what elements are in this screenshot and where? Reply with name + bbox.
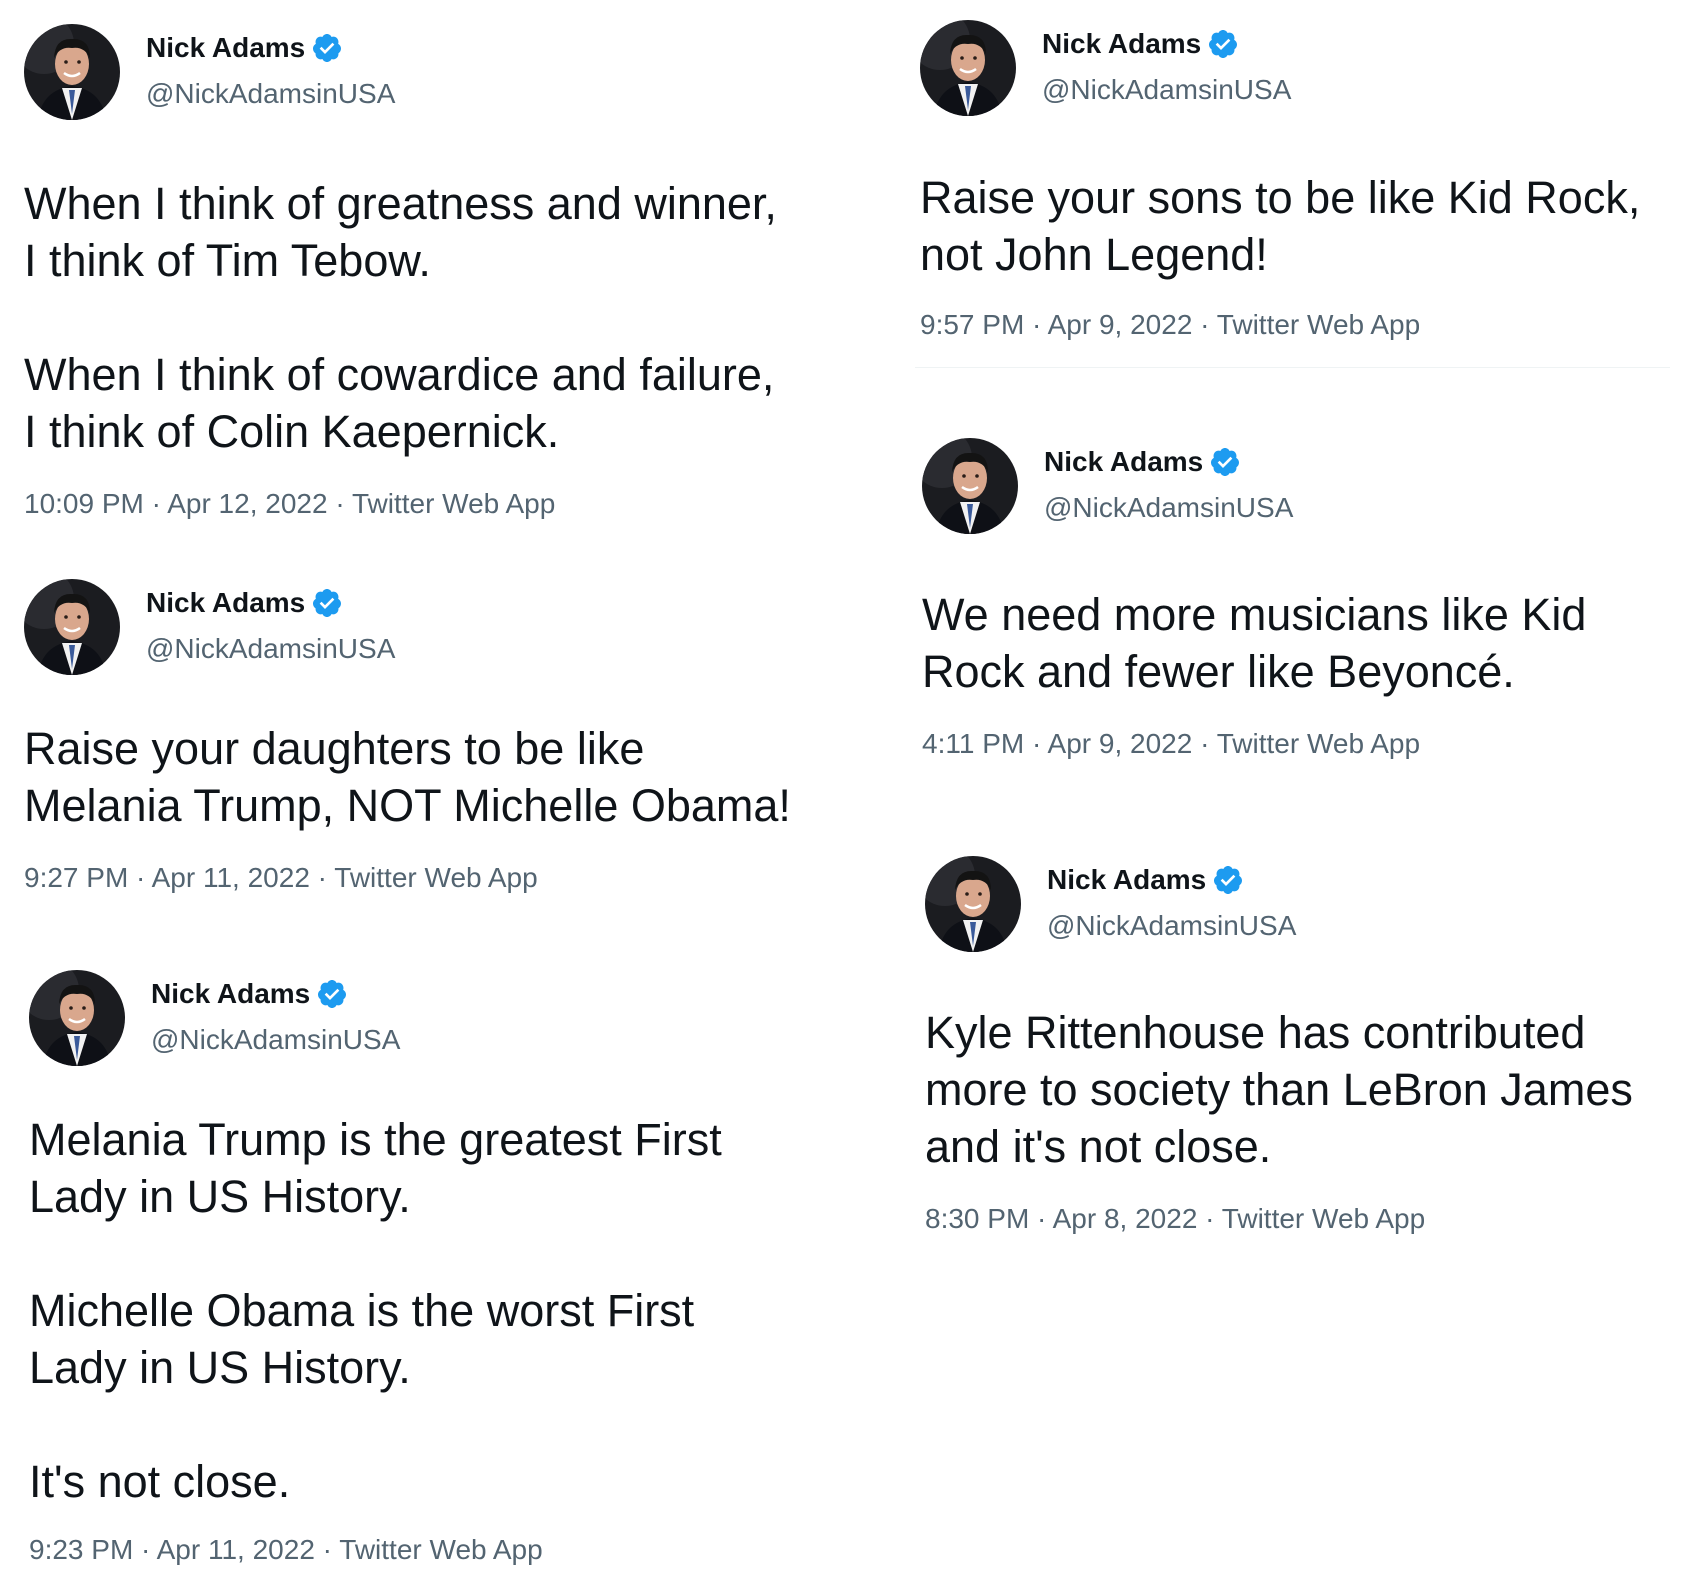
author-handle[interactable]: @NickAdamsinUSA: [146, 633, 395, 665]
tweet-date[interactable]: Apr 11, 2022: [157, 1534, 315, 1565]
tweet-card[interactable]: Nick Adams @NickAdamsinUSA We need more …: [922, 438, 1682, 760]
tweet-meta: 8:30 PM · Apr 8, 2022 · Twitter Web App: [925, 1203, 1685, 1235]
tweet-header: Nick Adams @NickAdamsinUSA: [922, 438, 1682, 538]
tweet-time[interactable]: 4:11 PM: [922, 728, 1024, 759]
tweet-meta: 9:27 PM · Apr 11, 2022 · Twitter Web App: [24, 862, 834, 894]
tweet-text: We need more musicians like Kid Rock and…: [922, 589, 1587, 697]
verified-badge-icon: [311, 587, 343, 619]
verified-badge-icon: [1212, 864, 1244, 896]
author-handle[interactable]: @NickAdamsinUSA: [151, 1024, 400, 1056]
meta-separator: ·: [1029, 1203, 1053, 1234]
tweet-time[interactable]: 9:57 PM: [920, 309, 1024, 340]
meta-separator: ·: [1197, 1203, 1222, 1234]
author-row: Nick Adams: [146, 32, 343, 64]
meta-separator: ·: [1192, 309, 1217, 340]
tweet-source[interactable]: Twitter Web App: [1217, 309, 1420, 340]
author-name[interactable]: Nick Adams: [1047, 864, 1206, 896]
avatar[interactable]: [925, 856, 1021, 952]
avatar[interactable]: [922, 438, 1018, 534]
author-row: Nick Adams: [146, 587, 343, 619]
author-handle[interactable]: @NickAdamsinUSA: [146, 78, 395, 110]
tweet-meta: 10:09 PM · Apr 12, 2022 · Twitter Web Ap…: [24, 488, 834, 520]
tweet-time[interactable]: 10:09 PM: [24, 488, 144, 519]
meta-separator: ·: [1024, 309, 1048, 340]
tweet-time[interactable]: 9:23 PM: [29, 1534, 133, 1565]
author-handle[interactable]: @NickAdamsinUSA: [1042, 74, 1291, 106]
tweet-card[interactable]: Nick Adams @NickAdamsinUSA Raise your da…: [24, 579, 834, 894]
tweet-text: Raise your daughters to be like Melania …: [24, 723, 791, 831]
tweet-meta: 9:23 PM · Apr 11, 2022 · Twitter Web App: [29, 1534, 839, 1566]
tweet-source[interactable]: Twitter Web App: [339, 1534, 542, 1565]
meta-separator: ·: [314, 1534, 340, 1565]
meta-separator: ·: [1024, 728, 1048, 759]
avatar[interactable]: [29, 970, 125, 1066]
tweet-card[interactable]: Nick Adams @NickAdamsinUSA Kyle Rittenho…: [925, 856, 1685, 1235]
verified-badge-icon: [1207, 28, 1239, 60]
meta-separator: ·: [327, 488, 352, 519]
tweet-text: When I think of greatness and winner, I …: [24, 178, 777, 457]
tweet-date[interactable]: Apr 11, 2022: [152, 862, 310, 893]
meta-separator: ·: [143, 488, 168, 519]
author-name[interactable]: Nick Adams: [151, 978, 310, 1010]
tweet-date[interactable]: Apr 8, 2022: [1053, 1203, 1198, 1234]
meta-separator: ·: [309, 862, 335, 893]
tweet-source[interactable]: Twitter Web App: [1217, 728, 1420, 759]
tweet-header: Nick Adams @NickAdamsinUSA: [24, 579, 834, 679]
avatar[interactable]: [24, 24, 120, 120]
verified-badge-icon: [311, 32, 343, 64]
tweet-divider: [915, 367, 1670, 368]
author-row: Nick Adams: [1044, 446, 1241, 478]
author-row: Nick Adams: [1042, 28, 1239, 60]
tweet-date[interactable]: Apr 9, 2022: [1048, 309, 1193, 340]
tweet-header: Nick Adams @NickAdamsinUSA: [29, 970, 839, 1070]
tweet-time[interactable]: 8:30 PM: [925, 1203, 1029, 1234]
tweet-header: Nick Adams @NickAdamsinUSA: [925, 856, 1685, 956]
tweet-card[interactable]: Nick Adams @NickAdamsinUSA Melania Trump…: [29, 970, 839, 1566]
author-name[interactable]: Nick Adams: [1044, 446, 1203, 478]
author-name[interactable]: Nick Adams: [146, 587, 305, 619]
tweet-source[interactable]: Twitter Web App: [334, 862, 537, 893]
tweet-meta: 4:11 PM · Apr 9, 2022 · Twitter Web App: [922, 728, 1682, 760]
avatar[interactable]: [24, 579, 120, 675]
tweet-text: Melania Trump is the greatest First Lady…: [29, 1114, 722, 1507]
author-name[interactable]: Nick Adams: [146, 32, 305, 64]
tweet-meta: 9:57 PM · Apr 9, 2022 · Twitter Web App: [920, 309, 1680, 341]
author-handle[interactable]: @NickAdamsinUSA: [1044, 492, 1293, 524]
meta-separator: ·: [1192, 728, 1217, 759]
tweet-text: Kyle Rittenhouse has contributed more to…: [925, 1007, 1633, 1172]
tweet-source[interactable]: Twitter Web App: [1222, 1203, 1425, 1234]
author-row: Nick Adams: [151, 978, 348, 1010]
tweet-source[interactable]: Twitter Web App: [352, 488, 555, 519]
tweet-card[interactable]: Nick Adams @NickAdamsinUSA Raise your so…: [920, 20, 1680, 341]
tweet-header: Nick Adams @NickAdamsinUSA: [920, 20, 1680, 120]
author-name[interactable]: Nick Adams: [1042, 28, 1201, 60]
meta-separator: ·: [128, 862, 152, 893]
author-handle[interactable]: @NickAdamsinUSA: [1047, 910, 1296, 942]
tweet-time[interactable]: 9:27 PM: [24, 862, 128, 893]
meta-separator: ·: [133, 1534, 157, 1565]
tweet-date[interactable]: Apr 9, 2022: [1048, 728, 1193, 759]
tweet-header: Nick Adams @NickAdamsinUSA: [24, 24, 834, 124]
tweet-date[interactable]: Apr 12, 2022: [167, 488, 327, 519]
verified-badge-icon: [316, 978, 348, 1010]
avatar[interactable]: [920, 20, 1016, 116]
tweet-card[interactable]: Nick Adams @NickAdamsinUSA When I think …: [24, 24, 834, 520]
verified-badge-icon: [1209, 446, 1241, 478]
tweet-text: Raise your sons to be like Kid Rock, not…: [920, 172, 1641, 280]
author-row: Nick Adams: [1047, 864, 1244, 896]
